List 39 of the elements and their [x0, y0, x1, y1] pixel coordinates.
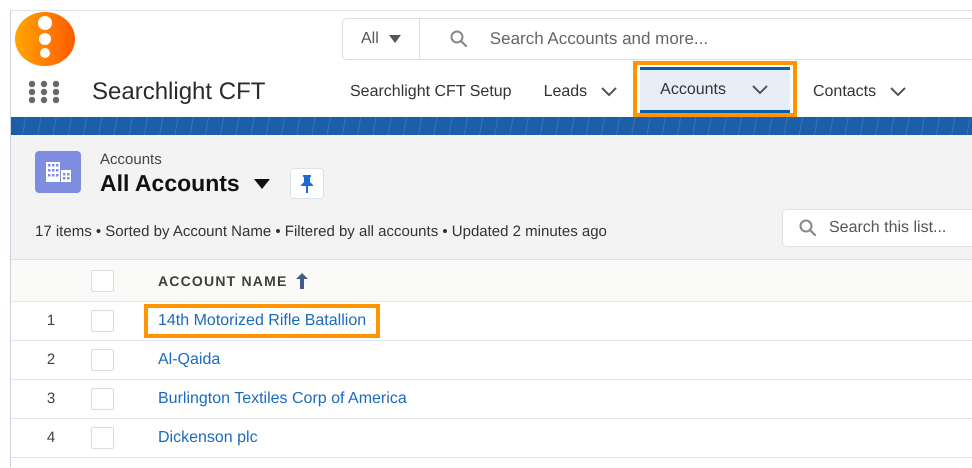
app-name: Searchlight CFT [92, 78, 266, 106]
object-name: Accounts [100, 151, 163, 168]
app-launcher-icon[interactable] [28, 80, 60, 104]
search-icon [450, 30, 468, 48]
list-view-title: All Accounts [100, 170, 240, 197]
pin-icon [300, 174, 313, 192]
pin-button[interactable] [290, 168, 324, 199]
row-number: 2 [46, 351, 56, 368]
row-checkbox[interactable] [91, 310, 114, 332]
column-header[interactable]: ACCOUNT NAME [158, 272, 288, 288]
row-checkbox[interactable] [91, 427, 114, 449]
chevron-icon[interactable] [601, 87, 618, 97]
chevron-icon[interactable] [752, 85, 768, 95]
search-input[interactable]: Search this list... [829, 219, 969, 237]
row-number: 4 [46, 429, 56, 446]
sort-arrow-icon[interactable] [296, 272, 308, 288]
nav-tab[interactable]: Accounts [660, 81, 726, 99]
logo-icon [15, 11, 75, 67]
dropdown-caret-icon[interactable] [254, 178, 270, 188]
scope-dropdown[interactable]: All [343, 19, 420, 59]
list-summary: 17 items • Sorted by Account Name • Filtered by all accounts • Updated 2 minutes ago [35, 222, 607, 240]
account-link[interactable]: Al-Qaida [158, 351, 220, 369]
select-all-checkbox[interactable] [91, 270, 114, 292]
account-link[interactable]: Burlington Textiles Corp of America [158, 390, 407, 408]
global-search-field[interactable]: All Search Accounts and more... [342, 18, 972, 60]
nav-tab[interactable]: Contacts [812, 83, 876, 101]
caret-icon[interactable] [388, 35, 401, 43]
account-link[interactable]: 14th Motorized Rifle Batallion [158, 312, 366, 329]
chevron-icon[interactable] [890, 87, 906, 97]
row-number: 1 [46, 312, 56, 329]
nav-tab[interactable]: Leads [544, 83, 588, 101]
account-link[interactable]: Dickenson plc [158, 429, 258, 447]
nav-tab[interactable]: Searchlight CFT Setup [350, 83, 512, 101]
accounts-icon [35, 151, 81, 193]
list-search-field[interactable]: Search this list... [782, 209, 972, 247]
row-checkbox[interactable] [91, 388, 114, 410]
search-icon [799, 219, 817, 237]
row-number: 3 [46, 390, 56, 407]
row-checkbox[interactable] [91, 349, 114, 371]
